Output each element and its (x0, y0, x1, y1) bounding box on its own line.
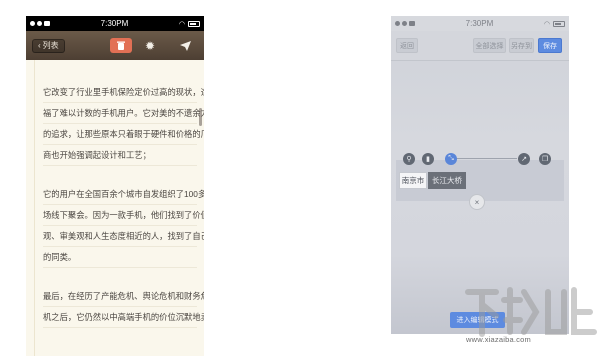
text-line: 它的用户在全国百余个城市自发组织了100多 (43, 184, 204, 205)
word-chip[interactable]: 南京市 (399, 172, 427, 189)
delete-button[interactable] (110, 38, 132, 53)
battery-icon (188, 20, 200, 27)
back-arrow-icon: ‹ (38, 41, 41, 50)
text-editor-screen: 7:30PM ◠ ‹ 列表 ✹ 它改变了行业里手机保险定价过高的现状，造 福了难… (26, 16, 204, 356)
status-bar: 7:30PM ◠ (391, 16, 569, 31)
divider (457, 158, 517, 159)
search-button[interactable]: ⚲ (403, 153, 415, 165)
text-line: 最后，在经历了产能危机、舆论危机和财务危 (43, 286, 204, 307)
text-line: 商也开始强调起设计和工艺； (43, 145, 197, 166)
message-icon (44, 21, 50, 26)
message-icon (409, 21, 415, 26)
settings-button[interactable]: ✹ (143, 39, 157, 53)
paragraph: 它改变了行业里手机保险定价过高的现状，造 福了难以计数的手机用户。它对美的不遗余… (43, 82, 204, 166)
top-toolbar: 返回 全部选择 另存到 保存 (391, 31, 569, 61)
connect-icon: ⤡ (448, 155, 454, 162)
share-icon: ↗ (521, 156, 527, 163)
select-all-button[interactable]: 全部选择 (473, 38, 506, 53)
send-button[interactable] (178, 39, 192, 53)
signal-icon (30, 21, 35, 26)
text-line: 的追求，让那些原本只着眼于硬件和价格的厂 (43, 124, 204, 145)
signal-icon (395, 21, 400, 26)
back-to-list-button[interactable]: ‹ 列表 (32, 38, 65, 53)
trash-icon (117, 41, 125, 50)
copy-icon: ❐ (541, 156, 549, 163)
watermark-logo (465, 287, 597, 337)
note-body[interactable]: 它改变了行业里手机保险定价过高的现状，造 福了难以计数的手机用户。它对美的不遗余… (26, 60, 204, 356)
back-label: 列表 (42, 41, 59, 50)
text-line: 观、审美观和人生态度相近的人，找到了自己 (43, 226, 204, 247)
paragraph: 它的用户在全国百余个城市自发组织了100多 场线下聚会。因为一款手机，他们找到了… (43, 184, 204, 268)
signal-icon (37, 21, 42, 26)
send-icon (179, 41, 191, 51)
share-button[interactable]: ↗ (518, 153, 530, 165)
wifi-icon: ◠ (178, 20, 185, 28)
delete-button[interactable]: ▮ (422, 153, 434, 165)
text-line: 福了难以计数的手机用户。它对美的不遗余力 (43, 103, 204, 124)
status-time: 7:30PM (100, 19, 129, 28)
gear-icon: ✹ (144, 39, 156, 53)
close-button[interactable]: × (469, 194, 485, 210)
margin-line (34, 60, 35, 356)
copy-button[interactable]: ❐ (539, 153, 551, 165)
return-button[interactable]: 返回 (396, 38, 418, 53)
connect-button[interactable]: ⤡ (445, 153, 457, 165)
signal-icon (402, 21, 407, 26)
delete-icon: ▮ (426, 156, 430, 163)
battery-icon (553, 20, 565, 27)
text-line: 场线下聚会。因为一款手机，他们找到了价值 (43, 205, 204, 226)
save-button[interactable]: 保存 (538, 38, 562, 53)
text-line: 的同类。 (43, 247, 197, 268)
close-icon: × (474, 197, 480, 207)
editor-toolbar: ‹ 列表 ✹ (26, 31, 204, 60)
search-icon: ⚲ (406, 156, 412, 163)
save-as-button[interactable]: 另存到 (509, 38, 534, 53)
paragraph: 最后，在经历了产能危机、舆论危机和财务危 机之后，它仍然以中高端手机的价位沉默地… (43, 286, 204, 328)
wifi-icon: ◠ (543, 20, 550, 28)
text-line: 机之后，它仍然以中高端手机的价位沉默地卖 (43, 307, 204, 328)
word-chip-selected[interactable]: 长江大桥 (428, 172, 466, 189)
status-time: 7:30PM (465, 19, 494, 28)
watermark-url: www.xiazaiba.com (466, 335, 531, 344)
status-bar: 7:30PM ◠ (26, 16, 204, 31)
text-line: 它改变了行业里手机保险定价过高的现状，造 (43, 82, 204, 103)
